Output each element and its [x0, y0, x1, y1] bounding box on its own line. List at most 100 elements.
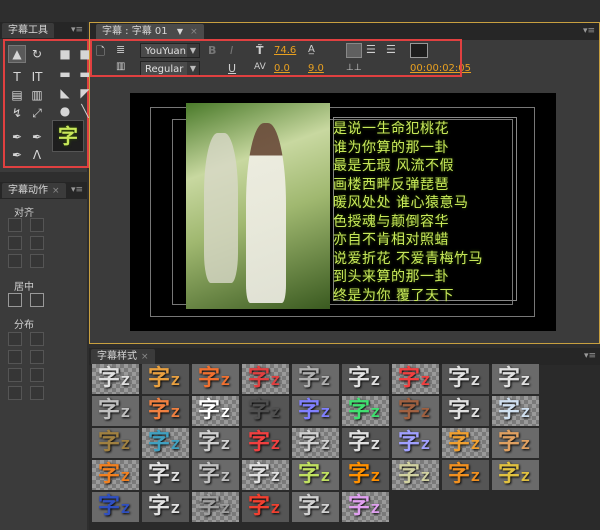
selection-tool-icon[interactable]: ▲ [8, 45, 26, 63]
close-icon[interactable]: × [190, 27, 198, 37]
style-small-glyph: Z [171, 438, 180, 452]
panel-menu-icon[interactable]: ▾≡ [583, 26, 595, 36]
title-style-swatch[interactable]: 字Z [192, 460, 239, 490]
title-style-swatch[interactable]: 字Z [342, 460, 389, 490]
title-style-swatch[interactable]: 字Z [92, 396, 139, 426]
title-style-swatch[interactable]: 字Z [342, 492, 389, 522]
align-hcenter-button[interactable] [30, 218, 44, 232]
panel-menu-icon[interactable]: ▾≡ [71, 25, 83, 35]
title-style-swatch[interactable]: 字Z [92, 460, 139, 490]
style-small-glyph: Z [371, 406, 380, 420]
vertical-area-type-tool-icon[interactable]: ▥ [28, 86, 46, 104]
title-style-swatch[interactable]: 字Z [92, 364, 139, 394]
style-glyph: 字 [448, 430, 471, 455]
tab-title-editor[interactable]: 字幕 : 字幕 01 ▼ × [96, 24, 204, 39]
title-style-swatch[interactable]: 字Z [242, 364, 289, 394]
tools-panel-title: 字幕工具 [8, 25, 48, 36]
ellipse-tool-icon[interactable]: ● [56, 102, 74, 120]
style-glyph: 字 [498, 462, 521, 487]
align-left-button[interactable] [8, 218, 22, 232]
tab-title-tools[interactable]: 字幕工具 [2, 23, 54, 38]
area-type-tool-icon[interactable]: ▤ [8, 86, 26, 104]
distribute-bottom-button[interactable] [8, 386, 22, 400]
poem-line: 最是无瑕 风流不假 [333, 158, 454, 174]
title-style-swatch[interactable]: 字Z [492, 396, 539, 426]
vertical-type-tool-icon[interactable]: IT [28, 68, 46, 86]
distribute-vcenter-button[interactable] [30, 368, 44, 382]
title-style-swatch[interactable]: 字Z [192, 428, 239, 458]
title-style-swatch[interactable]: 字Z [292, 492, 339, 522]
distribute-vspace-button[interactable] [30, 386, 44, 400]
tool-preview[interactable]: 字 [52, 120, 84, 152]
title-style-swatch[interactable]: 字Z [292, 428, 339, 458]
title-style-swatch[interactable]: 字Z [142, 492, 189, 522]
title-style-swatch[interactable]: 字Z [92, 428, 139, 458]
vertical-path-type-tool-icon[interactable]: ⤢ [28, 104, 46, 122]
title-style-swatch[interactable]: 字Z [292, 396, 339, 426]
title-style-swatch[interactable]: 字Z [492, 428, 539, 458]
rectangle-tool-icon[interactable]: ■ [56, 45, 74, 63]
distribute-left-button[interactable] [8, 332, 22, 346]
convert-anchor-tool-icon[interactable]: ᐱ [28, 146, 46, 164]
title-style-swatch[interactable]: 字Z [442, 364, 489, 394]
title-style-swatch[interactable]: 字Z [392, 460, 439, 490]
title-style-swatch[interactable]: 字Z [142, 364, 189, 394]
panel-menu-icon[interactable]: ▾≡ [71, 185, 83, 195]
title-style-swatch[interactable]: 字Z [242, 428, 289, 458]
title-style-swatch[interactable]: 字Z [142, 428, 189, 458]
align-bottom-button[interactable] [30, 254, 44, 268]
center-vertical-button[interactable] [30, 293, 44, 307]
rotate-tool-icon[interactable]: ↻ [28, 45, 46, 63]
title-style-swatch[interactable]: 字Z [142, 460, 189, 490]
distribute-right-button[interactable] [8, 350, 22, 364]
style-small-glyph: Z [271, 438, 280, 452]
title-style-swatch[interactable]: 字Z [442, 396, 489, 426]
style-glyph: 字 [148, 398, 171, 423]
path-type-tool-icon[interactable]: ↯ [8, 104, 26, 122]
title-style-swatch[interactable]: 字Z [342, 396, 389, 426]
type-tool-icon[interactable]: T [8, 68, 26, 86]
chevron-down-icon[interactable]: ▼ [177, 27, 183, 36]
title-style-swatch[interactable]: 字Z [92, 492, 139, 522]
delete-anchor-tool-icon[interactable]: ✒ [8, 146, 26, 164]
title-style-swatch[interactable]: 字Z [192, 492, 239, 522]
title-style-swatch[interactable]: 字Z [192, 364, 239, 394]
style-glyph: 字 [98, 462, 121, 487]
align-right-button[interactable] [8, 236, 22, 250]
distribute-top-button[interactable] [8, 368, 22, 382]
close-icon[interactable]: × [52, 186, 60, 196]
title-style-swatch[interactable]: 字Z [292, 364, 339, 394]
title-style-swatch[interactable]: 字Z [442, 460, 489, 490]
style-glyph: 字 [248, 462, 271, 487]
title-style-swatch[interactable]: 字Z [192, 396, 239, 426]
tab-title-styles[interactable]: 字幕样式 × [91, 349, 155, 364]
pen-tool-icon[interactable]: ✒ [8, 128, 26, 146]
close-icon[interactable]: × [141, 352, 149, 362]
title-style-swatch[interactable]: 字Z [392, 428, 439, 458]
title-style-swatch[interactable]: 字Z [492, 460, 539, 490]
center-horizontal-button[interactable] [8, 293, 22, 307]
tab-title-actions[interactable]: 字幕动作 × [2, 183, 66, 198]
style-glyph: 字 [448, 398, 471, 423]
wedge-tool-icon[interactable]: ◣ [56, 84, 74, 102]
title-style-swatch[interactable]: 字Z [342, 428, 389, 458]
title-style-swatch[interactable]: 字Z [142, 396, 189, 426]
title-style-swatch[interactable]: 字Z [442, 428, 489, 458]
title-style-swatch[interactable]: 字Z [292, 460, 339, 490]
title-style-swatch[interactable]: 字Z [242, 460, 289, 490]
title-style-swatch[interactable]: 字Z [392, 396, 439, 426]
title-style-swatch[interactable]: 字Z [392, 364, 439, 394]
title-style-swatch[interactable]: 字Z [242, 492, 289, 522]
distribute-hcenter-button[interactable] [30, 332, 44, 346]
align-top-button[interactable] [30, 236, 44, 250]
panel-menu-icon[interactable]: ▾≡ [584, 351, 596, 361]
rounded-rectangle-tool-icon[interactable]: ▬ [56, 65, 74, 83]
title-style-swatch[interactable]: 字Z [242, 396, 289, 426]
photo-horse-shape [204, 133, 238, 283]
add-anchor-tool-icon[interactable]: ✒ [28, 128, 46, 146]
distribute-hspace-button[interactable] [30, 350, 44, 364]
title-style-swatch[interactable]: 字Z [492, 364, 539, 394]
align-vcenter-button[interactable] [8, 254, 22, 268]
style-small-glyph: Z [471, 406, 480, 420]
title-style-swatch[interactable]: 字Z [342, 364, 389, 394]
